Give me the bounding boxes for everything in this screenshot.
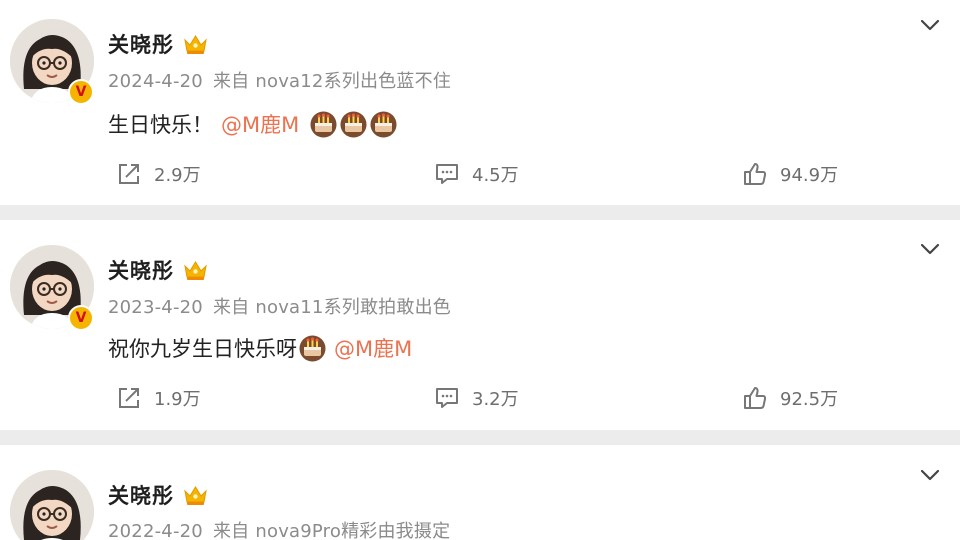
repost-button[interactable]: 2.9万 <box>116 154 201 194</box>
thumbs-up-icon <box>742 385 768 411</box>
post-source: nova9Pro精彩由我摄定 <box>255 521 451 540</box>
username[interactable]: 关晓彤 <box>108 255 174 285</box>
post-date[interactable]: 2022-4-20 <box>108 521 203 540</box>
comment-count: 4.5万 <box>472 165 519 186</box>
author-row: 关晓彤 <box>108 480 209 510</box>
avatar[interactable]: V <box>10 245 94 331</box>
chevron-down-icon[interactable] <box>916 461 944 489</box>
post-source: nova11系列敢拍敢出色 <box>255 297 451 318</box>
comment-button[interactable]: 3.2万 <box>434 378 519 418</box>
birthday-cake-icon <box>340 111 367 138</box>
crown-icon[interactable] <box>182 259 209 282</box>
avatar[interactable]: V <box>10 19 94 105</box>
post-card: 关晓彤 2022-4-20 来自 nova9Pro精彩由我摄定 <box>0 445 960 540</box>
source-prefix: 来自 <box>212 297 250 318</box>
mention-link[interactable]: @M鹿M <box>221 109 299 139</box>
crown-icon[interactable] <box>182 33 209 56</box>
verified-badge-icon: V <box>68 305 94 331</box>
like-button[interactable]: 94.9万 <box>742 154 838 194</box>
post-date[interactable]: 2023-4-20 <box>108 297 203 318</box>
post-meta: 2024-4-20 来自 nova12系列出色蓝不住 <box>108 67 451 93</box>
verified-badge-icon: V <box>68 79 94 105</box>
post-text: 生日快乐！ @M鹿M <box>108 109 397 139</box>
author-row: 关晓彤 <box>108 255 209 285</box>
post-text-body: 生日快乐！ <box>108 113 213 137</box>
post-date[interactable]: 2024-4-20 <box>108 71 203 92</box>
birthday-cake-icon <box>299 335 326 362</box>
chevron-down-icon[interactable] <box>916 235 944 263</box>
repost-button[interactable]: 1.9万 <box>116 378 201 418</box>
comment-icon <box>434 161 460 187</box>
post-actions: 1.9万 3.2万 92.5万 <box>0 378 960 418</box>
repost-count: 1.9万 <box>154 389 201 410</box>
post-source: nova12系列出色蓝不住 <box>255 71 451 92</box>
source-prefix: 来自 <box>212 521 250 540</box>
avatar-photo <box>10 470 94 540</box>
source-prefix: 来自 <box>212 71 250 92</box>
comment-count: 3.2万 <box>472 389 519 410</box>
mention-link[interactable]: @M鹿M <box>334 333 412 363</box>
avatar[interactable] <box>10 470 94 540</box>
post-actions: 2.9万 4.5万 94.9万 <box>0 154 960 194</box>
post-meta: 2022-4-20 来自 nova9Pro精彩由我摄定 <box>108 517 450 540</box>
author-row: 关晓彤 <box>108 29 209 59</box>
post-card: V 关晓彤 2023-4-20 来自 nova11系列敢拍敢出色 祝你九岁生日快乐呀… <box>0 220 960 430</box>
like-count: 94.9万 <box>780 165 839 186</box>
repost-icon <box>116 385 142 411</box>
crown-icon[interactable] <box>182 484 209 507</box>
comment-icon <box>434 385 460 411</box>
post-card: V 关晓彤 2024-4-20 来自 nova12系列出色蓝不住 生日快乐！ @M鹿… <box>0 0 960 205</box>
post-text: 祝你九岁生日快乐呀 @M鹿M <box>108 333 412 363</box>
username[interactable]: 关晓彤 <box>108 480 174 510</box>
post-text-body: 祝你九岁生日快乐呀 <box>108 337 297 361</box>
weibo-feed: V 关晓彤 2024-4-20 来自 nova12系列出色蓝不住 生日快乐！ @M鹿… <box>0 0 960 540</box>
username[interactable]: 关晓彤 <box>108 29 174 59</box>
thumbs-up-icon <box>742 161 768 187</box>
repost-count: 2.9万 <box>154 165 201 186</box>
like-button[interactable]: 92.5万 <box>742 378 838 418</box>
like-count: 92.5万 <box>780 389 839 410</box>
chevron-down-icon[interactable] <box>916 11 944 39</box>
repost-icon <box>116 161 142 187</box>
birthday-cake-icon <box>310 111 337 138</box>
birthday-cake-icon <box>370 111 397 138</box>
post-meta: 2023-4-20 来自 nova11系列敢拍敢出色 <box>108 293 451 319</box>
emoji-group <box>307 111 397 138</box>
comment-button[interactable]: 4.5万 <box>434 154 519 194</box>
